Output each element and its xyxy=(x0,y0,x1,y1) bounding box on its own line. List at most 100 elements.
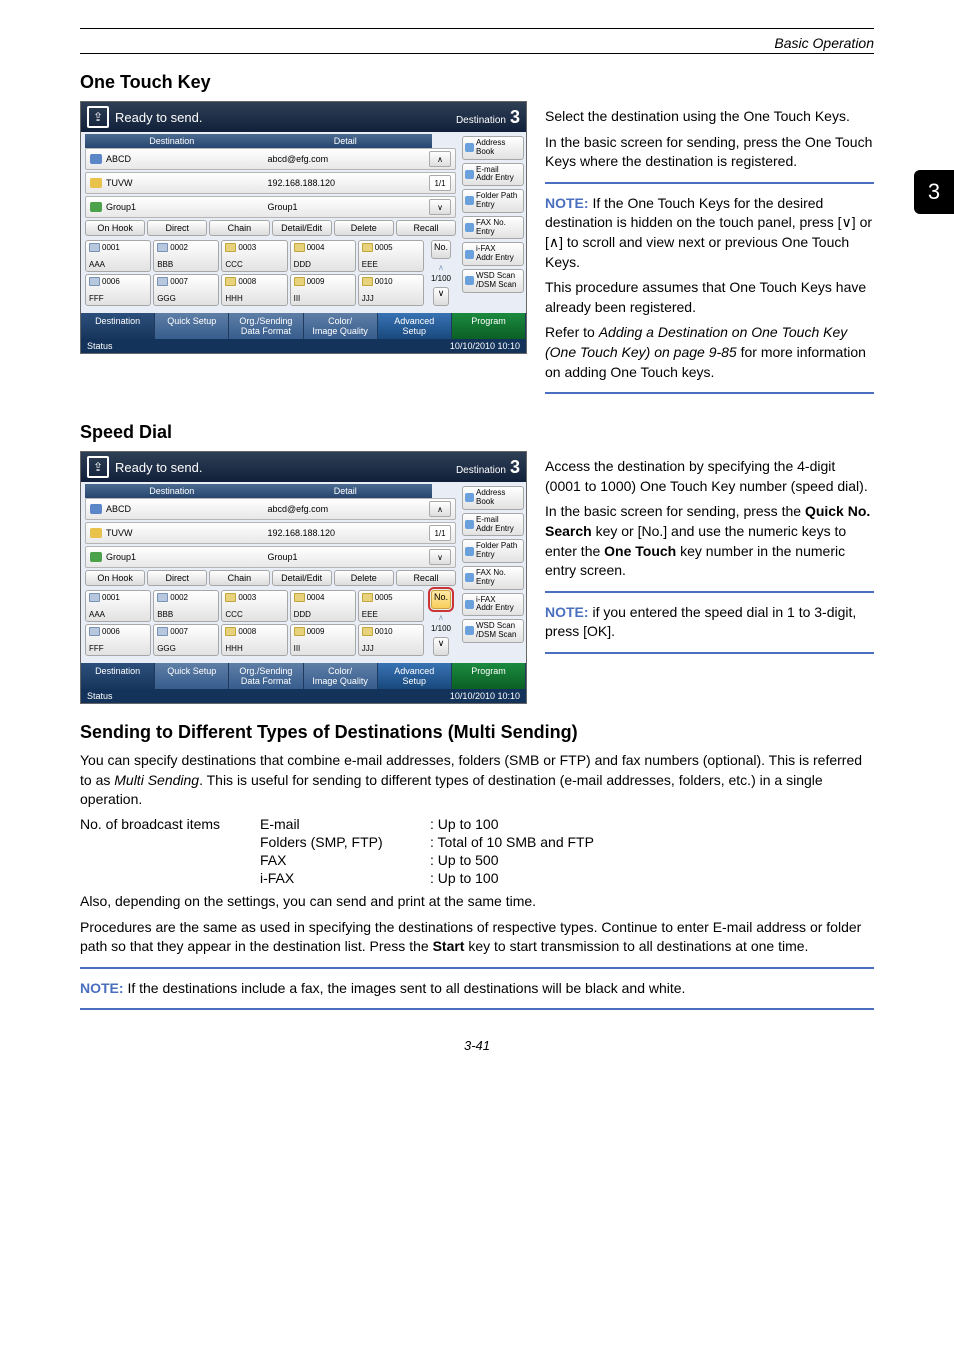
dest-detail: Group1 xyxy=(268,202,426,212)
tab-quick-setup[interactable]: Quick Setup xyxy=(155,313,229,339)
one-touch-key[interactable]: 0007GGG xyxy=(153,624,219,656)
delete-button[interactable]: Delete xyxy=(334,220,394,236)
envelope-icon xyxy=(89,277,100,286)
one-touch-key[interactable]: 0009III xyxy=(290,274,356,306)
one-touch-key[interactable]: 0001AAA xyxy=(85,240,151,272)
one-touch-key[interactable]: 0006FFF xyxy=(85,274,151,306)
one-touch-key[interactable]: 0010JJJ xyxy=(358,624,424,656)
folder-entry-button[interactable]: Folder Path Entry xyxy=(462,539,524,563)
scroll-up-button[interactable]: ∧ xyxy=(429,501,451,517)
status-label[interactable]: Status xyxy=(87,341,113,351)
pc-icon xyxy=(362,277,373,286)
one-touch-key[interactable]: 0002BBB xyxy=(153,240,219,272)
one-touch-key[interactable]: 0009III xyxy=(290,624,356,656)
chevron-down-icon[interactable]: ∨ xyxy=(433,287,450,306)
dest-row[interactable]: ABCD abcd@efg.com ∧ xyxy=(85,498,456,520)
direct-button[interactable]: Direct xyxy=(147,220,207,236)
chevron-up-icon[interactable]: ∧ xyxy=(438,613,444,622)
tab-advanced[interactable]: Advanced Setup xyxy=(378,313,452,339)
col-detail: Detail xyxy=(259,484,433,498)
onhook-button[interactable]: On Hook xyxy=(85,570,145,586)
send-icon: ⇪ xyxy=(87,456,109,478)
scroll-down-button[interactable]: ∨ xyxy=(429,199,451,215)
one-touch-key[interactable]: 0008HHH xyxy=(221,624,287,656)
chain-button[interactable]: Chain xyxy=(209,570,269,586)
faxno-entry-button[interactable]: FAX No. Entry xyxy=(462,566,524,590)
pc-icon xyxy=(294,277,305,286)
address-book-button[interactable]: Address Book xyxy=(462,486,524,510)
wsd-scan-button[interactable]: WSD Scan /DSM Scan xyxy=(462,269,524,293)
tab-quick-setup[interactable]: Quick Setup xyxy=(155,663,229,689)
tab-advanced[interactable]: Advanced Setup xyxy=(378,663,452,689)
one-touch-key[interactable]: 0003CCC xyxy=(221,240,287,272)
mail-icon xyxy=(90,504,102,514)
tab-program[interactable]: Program xyxy=(452,313,526,339)
no-button[interactable]: No. xyxy=(431,240,451,259)
dest-row[interactable]: TUVW 192.168.188.120 1/1 xyxy=(85,522,456,544)
scroll-down-button[interactable]: ∨ xyxy=(429,549,451,565)
email-entry-button[interactable]: E-mail Addr Entry xyxy=(462,513,524,537)
tab-org-sending[interactable]: Org./Sending Data Format xyxy=(229,663,303,689)
note-box: NOTE: If the One Touch Keys for the desi… xyxy=(545,182,874,394)
envelope-icon xyxy=(89,243,100,252)
direct-button[interactable]: Direct xyxy=(147,570,207,586)
panel-title: Ready to send. xyxy=(115,460,202,475)
email-entry-button[interactable]: E-mail Addr Entry xyxy=(462,163,524,187)
folder-icon xyxy=(465,547,474,556)
para: Access the destination by specifying the… xyxy=(545,457,874,496)
pc-icon xyxy=(225,277,236,286)
one-touch-key[interactable]: 0006FFF xyxy=(85,624,151,656)
tab-color-quality[interactable]: Color/ Image Quality xyxy=(304,663,378,689)
chain-button[interactable]: Chain xyxy=(209,220,269,236)
one-touch-key[interactable]: 0005EEE xyxy=(358,590,424,622)
heading-multi: Sending to Different Types of Destinatio… xyxy=(80,722,874,743)
envelope-icon xyxy=(465,520,474,529)
para: Also, depending on the settings, you can… xyxy=(80,892,874,912)
folder-entry-button[interactable]: Folder Path Entry xyxy=(462,189,524,213)
dest-count: 3 xyxy=(510,457,520,478)
scan-icon xyxy=(465,626,474,635)
detailedit-button[interactable]: Detail/Edit xyxy=(272,220,332,236)
dest-row[interactable]: TUVW 192.168.188.120 1/1 xyxy=(85,172,456,194)
detailedit-button[interactable]: Detail/Edit xyxy=(272,570,332,586)
recall-button[interactable]: Recall xyxy=(396,220,456,236)
ifax-entry-button[interactable]: i-FAX Addr Entry xyxy=(462,593,524,617)
timestamp: 10/10/2010 10:10 xyxy=(450,341,520,351)
tab-org-sending[interactable]: Org./Sending Data Format xyxy=(229,313,303,339)
one-touch-key[interactable]: 0003CCC xyxy=(221,590,287,622)
send-icon: ⇪ xyxy=(87,106,109,128)
chevron-up-icon[interactable]: ∧ xyxy=(438,263,444,272)
faxno-entry-button[interactable]: FAX No. Entry xyxy=(462,216,524,240)
one-touch-key[interactable]: 0004DDD xyxy=(290,240,356,272)
col-dest: Destination xyxy=(85,134,259,148)
delete-button[interactable]: Delete xyxy=(334,570,394,586)
one-touch-key[interactable]: 0001AAA xyxy=(85,590,151,622)
one-touch-key[interactable]: 0002BBB xyxy=(153,590,219,622)
address-book-button[interactable]: Address Book xyxy=(462,136,524,160)
pc-icon xyxy=(225,627,236,636)
dest-row[interactable]: ABCD abcd@efg.com ∧ xyxy=(85,148,456,170)
ifax-entry-button[interactable]: i-FAX Addr Entry xyxy=(462,242,524,266)
onhook-button[interactable]: On Hook xyxy=(85,220,145,236)
broadcast-key: E-mail xyxy=(260,816,430,832)
tab-destination[interactable]: Destination xyxy=(81,313,155,339)
status-label[interactable]: Status xyxy=(87,691,113,701)
scroll-up-button[interactable]: ∧ xyxy=(429,151,451,167)
chevron-down-icon[interactable]: ∨ xyxy=(433,637,450,656)
tab-color-quality[interactable]: Color/ Image Quality xyxy=(304,313,378,339)
one-touch-key[interactable]: 0004DDD xyxy=(290,590,356,622)
one-touch-key[interactable]: 0007GGG xyxy=(153,274,219,306)
broadcast-val: : Total of 10 SMB and FTP xyxy=(430,834,874,850)
one-touch-key[interactable]: 0005EEE xyxy=(358,240,424,272)
recall-button[interactable]: Recall xyxy=(396,570,456,586)
one-touch-key[interactable]: 0010JJJ xyxy=(358,274,424,306)
tab-destination[interactable]: Destination xyxy=(81,663,155,689)
note-box: NOTE: If the destinations include a fax,… xyxy=(80,967,874,1011)
dest-row[interactable]: Group1 Group1 ∨ xyxy=(85,546,456,568)
one-touch-key[interactable]: 0008HHH xyxy=(221,274,287,306)
wsd-scan-button[interactable]: WSD Scan /DSM Scan xyxy=(462,619,524,643)
header-section: Basic Operation xyxy=(80,29,874,53)
no-button[interactable]: No. xyxy=(431,590,451,609)
tab-program[interactable]: Program xyxy=(452,663,526,689)
dest-row[interactable]: Group1 Group1 ∨ xyxy=(85,196,456,218)
